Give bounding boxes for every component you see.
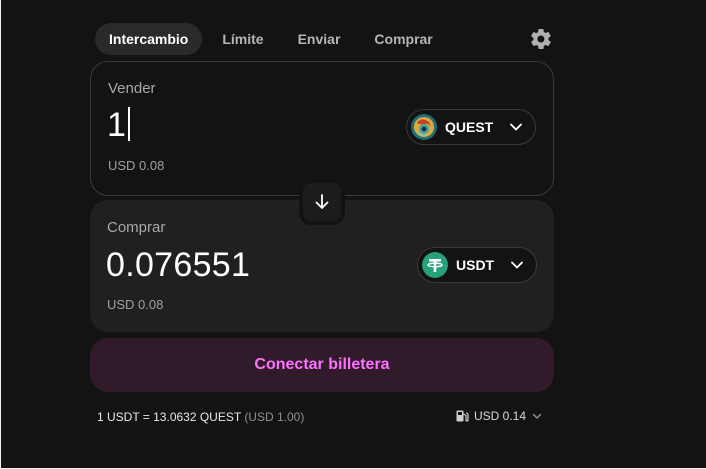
sell-label: Vender — [108, 80, 156, 97]
buy-token-symbol: USDT — [456, 257, 495, 273]
chevron-down-icon — [511, 261, 523, 269]
gear-icon[interactable] — [529, 27, 553, 51]
gas-pump-icon — [456, 410, 469, 422]
network-fee-value: USD 0.14 — [473, 409, 526, 423]
network-fee[interactable]: USD 0.14 — [455, 409, 543, 423]
exchange-rate[interactable]: 1 USDT = 13.0632 QUEST (USD 1.00) — [97, 410, 304, 424]
arrow-down-icon — [315, 194, 329, 209]
chevron-down-icon — [510, 123, 522, 131]
tab-limite[interactable]: Límite — [208, 23, 277, 55]
sell-token-symbol: QUEST — [445, 119, 494, 135]
chevron-down-icon — [532, 413, 542, 419]
buy-token-selector[interactable]: USDT — [417, 247, 537, 283]
sell-usd-value: USD 0.08 — [108, 158, 165, 173]
quest-token-icon — [411, 114, 437, 140]
sell-panel: Vender 1 USD 0.08 QUEST — [90, 61, 554, 196]
switch-tokens-button[interactable] — [299, 179, 345, 225]
sell-amount-input[interactable]: 1 — [107, 106, 130, 145]
buy-amount-input[interactable]: 0.076551 — [106, 246, 250, 285]
buy-label: Comprar — [107, 219, 166, 236]
sell-amount-value: 1 — [107, 106, 127, 144]
sell-token-selector[interactable]: QUEST — [406, 109, 536, 145]
tether-icon — [422, 252, 448, 278]
tab-comprar[interactable]: Comprar — [360, 23, 446, 55]
exchange-rate-value: 1 USDT = 13.0632 QUEST — [97, 410, 241, 424]
buy-usd-value: USD 0.08 — [107, 297, 164, 312]
tab-intercambio[interactable]: Intercambio — [95, 23, 203, 55]
connect-wallet-button[interactable]: Conectar billetera — [90, 338, 554, 392]
tab-enviar[interactable]: Enviar — [284, 23, 355, 55]
text-caret — [128, 107, 130, 141]
exchange-rate-usd: (USD 1.00) — [244, 410, 305, 424]
swap-nav: Intercambio Límite Enviar Comprar — [95, 22, 553, 56]
